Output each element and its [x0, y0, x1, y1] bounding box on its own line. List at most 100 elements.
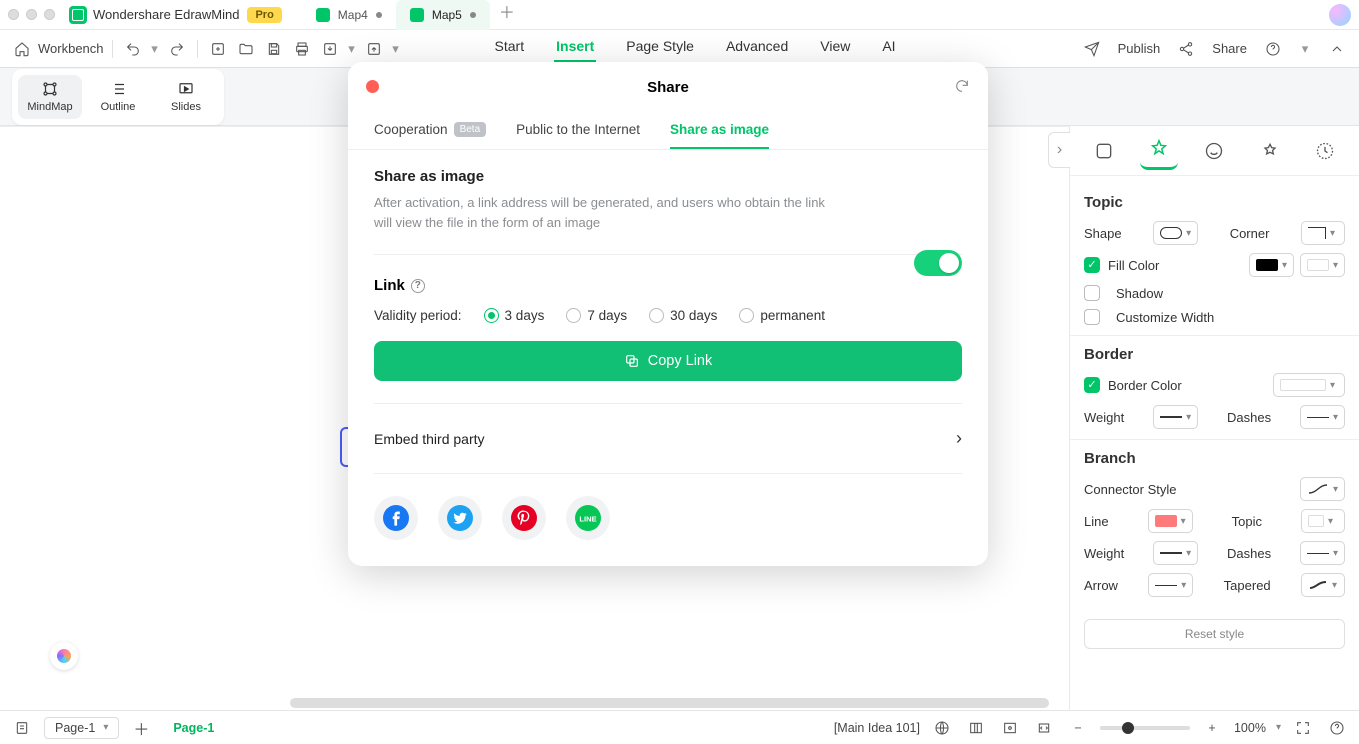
panel-collapse-button[interactable]: ›	[1048, 132, 1070, 168]
tab-public[interactable]: Public to the Internet	[516, 112, 640, 149]
save-icon[interactable]	[262, 37, 286, 61]
home-icon[interactable]	[10, 37, 34, 61]
branch-dashes-picker[interactable]: ▾	[1300, 541, 1345, 565]
tab-layout-icon[interactable]	[1085, 132, 1123, 170]
view-center-icon[interactable]	[998, 716, 1022, 740]
close-window-icon[interactable]	[8, 9, 19, 20]
view-columns-icon[interactable]	[964, 716, 988, 740]
zoom-in-button[interactable]: +	[1200, 716, 1224, 740]
arrow-picker[interactable]: ▾	[1148, 573, 1193, 597]
collapse-ribbon-icon[interactable]	[1325, 37, 1349, 61]
shape-picker[interactable]: ▾	[1153, 221, 1198, 245]
checkbox-shadow[interactable]	[1084, 285, 1100, 301]
modal-refresh-icon[interactable]	[954, 78, 970, 99]
topic-color-picker[interactable]: ▾	[1301, 509, 1345, 533]
minimize-window-icon[interactable]	[26, 9, 37, 20]
branch-weight-picker[interactable]: ▾	[1153, 541, 1198, 565]
tab-history-icon[interactable]	[1306, 132, 1344, 170]
tapered-picker[interactable]: ▾	[1301, 573, 1345, 597]
checkbox-border-color[interactable]	[1084, 377, 1100, 393]
radio-label: 7 days	[587, 308, 627, 323]
export-icon[interactable]	[362, 37, 386, 61]
validity-permanent[interactable]: permanent	[739, 308, 825, 323]
menu-ai[interactable]: AI	[880, 34, 897, 63]
undo-dropdown-icon[interactable]: ▾	[149, 37, 161, 61]
ai-fab-button[interactable]	[50, 642, 78, 670]
share-twitter-button[interactable]	[438, 496, 482, 540]
validity-30days[interactable]: 30 days	[649, 308, 717, 323]
doc-tab-map5[interactable]: Map5	[396, 0, 490, 30]
tab-share-image[interactable]: Share as image	[670, 112, 769, 149]
app-logo-icon	[69, 6, 87, 24]
help-footer-icon[interactable]	[1325, 716, 1349, 740]
label-corner: Corner	[1230, 226, 1270, 241]
maximize-window-icon[interactable]	[44, 9, 55, 20]
link-help-icon[interactable]: ?	[411, 279, 425, 293]
checkbox-customize-width[interactable]	[1084, 309, 1100, 325]
tab-emoji-icon[interactable]	[1195, 132, 1233, 170]
help-icon[interactable]	[1261, 37, 1285, 61]
fill-color-picker[interactable]: ▾	[1249, 253, 1294, 277]
print-icon[interactable]	[290, 37, 314, 61]
embed-third-party[interactable]: Embed third party ›	[374, 426, 962, 451]
undo-icon[interactable]	[121, 37, 145, 61]
label-shadow: Shadow	[1116, 286, 1163, 301]
corner-picker[interactable]: ▾	[1301, 221, 1345, 245]
checkbox-fill-color[interactable]	[1084, 257, 1100, 273]
radio-label: 30 days	[670, 308, 717, 323]
zoom-dropdown-icon[interactable]: ▾	[1276, 722, 1281, 733]
share-facebook-button[interactable]	[374, 496, 418, 540]
workbench-label[interactable]: Workbench	[38, 41, 104, 56]
tab-cooperation[interactable]: CooperationBeta	[374, 112, 486, 149]
new-file-icon[interactable]	[206, 37, 230, 61]
share-label[interactable]: Share	[1212, 41, 1247, 56]
view-globe-icon[interactable]	[930, 716, 954, 740]
help-dropdown-icon[interactable]: ▾	[1299, 37, 1311, 61]
fill-gradient-picker[interactable]: ▾	[1300, 253, 1345, 277]
line-color-picker[interactable]: ▾	[1148, 509, 1193, 533]
tab-style-icon[interactable]	[1140, 132, 1178, 170]
validity-7days[interactable]: 7 days	[566, 308, 627, 323]
modal-close-button[interactable]	[366, 80, 379, 93]
share-image-toggle[interactable]	[914, 250, 962, 276]
publish-icon[interactable]	[1080, 37, 1104, 61]
reset-style-button[interactable]: Reset style	[1084, 619, 1345, 649]
page-list-icon[interactable]	[10, 716, 34, 740]
menu-page-style[interactable]: Page Style	[624, 34, 696, 63]
import-icon[interactable]	[318, 37, 342, 61]
view-mindmap[interactable]: MindMap	[18, 75, 82, 119]
menu-view[interactable]: View	[818, 34, 852, 63]
menu-advanced[interactable]: Advanced	[724, 34, 790, 63]
add-page-button[interactable]: ＋	[129, 716, 153, 740]
share-icon[interactable]	[1174, 37, 1198, 61]
redo-icon[interactable]	[165, 37, 189, 61]
zoom-out-button[interactable]: −	[1066, 716, 1090, 740]
tab-clipart-icon[interactable]	[1251, 132, 1289, 170]
zoom-thumb[interactable]	[1122, 722, 1134, 734]
border-weight-picker[interactable]: ▾	[1153, 405, 1198, 429]
publish-label[interactable]: Publish	[1118, 41, 1161, 56]
doc-tab-map4[interactable]: Map4	[302, 0, 396, 30]
copy-link-button[interactable]: Copy Link	[374, 341, 962, 381]
page-tab[interactable]: Page-1	[163, 721, 224, 735]
menu-insert[interactable]: Insert	[554, 34, 596, 63]
zoom-slider[interactable]	[1100, 726, 1190, 730]
export-dropdown-icon[interactable]: ▾	[390, 37, 402, 61]
open-file-icon[interactable]	[234, 37, 258, 61]
border-color-picker[interactable]: ▾	[1273, 373, 1345, 397]
connector-style-picker[interactable]: ▾	[1300, 477, 1345, 501]
validity-3days[interactable]: 3 days	[484, 308, 545, 323]
pinterest-icon	[511, 505, 537, 531]
fullscreen-icon[interactable]	[1291, 716, 1315, 740]
view-outline[interactable]: Outline	[86, 75, 150, 119]
share-line-button[interactable]: LINE	[566, 496, 610, 540]
user-avatar[interactable]	[1329, 4, 1351, 26]
menu-start[interactable]: Start	[493, 34, 527, 63]
page-selector[interactable]: Page-1▾	[44, 717, 119, 739]
border-dashes-picker[interactable]: ▾	[1300, 405, 1345, 429]
share-pinterest-button[interactable]	[502, 496, 546, 540]
view-fit-icon[interactable]	[1032, 716, 1056, 740]
new-tab-button[interactable]: ＋	[496, 0, 518, 22]
import-dropdown-icon[interactable]: ▾	[346, 37, 358, 61]
view-slides[interactable]: Slides	[154, 75, 218, 119]
